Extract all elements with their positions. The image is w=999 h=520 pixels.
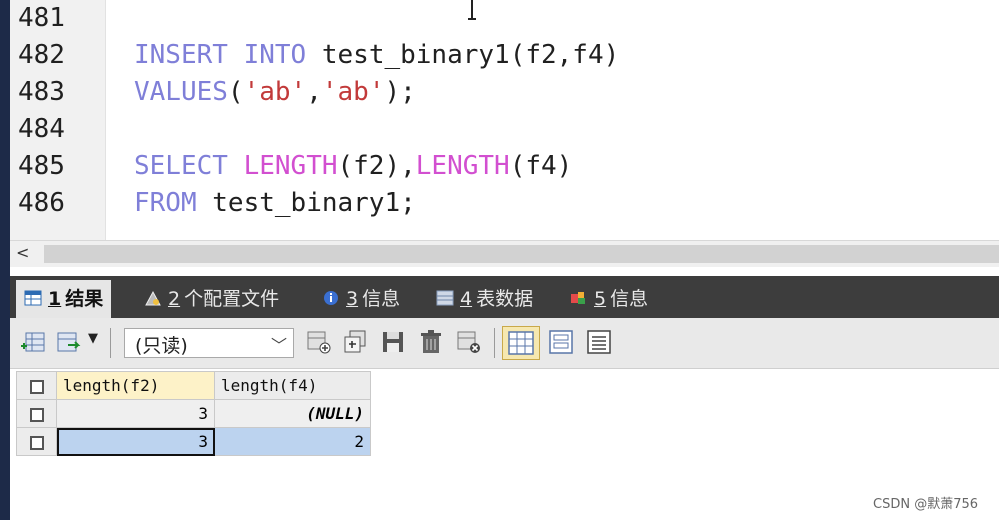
save-icon[interactable] <box>380 329 406 355</box>
window-left-edge <box>0 0 10 520</box>
code-text: INSERT INTO test_binary1(f2,f4) <box>134 37 619 74</box>
sql-string: 'ab' <box>321 77 385 107</box>
export-dropdown-icon[interactable]: ▼ <box>88 331 98 346</box>
line-number: 484 <box>18 114 65 144</box>
line-number: 482 <box>18 40 65 70</box>
sql-text: ); <box>384 77 416 107</box>
toolbar-separator <box>110 328 111 358</box>
sql-keyword: INSERT <box>134 40 228 70</box>
column-header[interactable]: length(f2) <box>56 371 215 400</box>
sql-function: LENGTH <box>415 151 510 181</box>
table-cell[interactable]: (NULL) <box>214 399 371 428</box>
result-grid: length(f2) length(f4) 3 (NULL) 3 2 <box>16 371 371 456</box>
column-header[interactable]: length(f4) <box>214 371 371 400</box>
tab-result[interactable]: 1 结果 <box>16 280 112 318</box>
duplicate-record-icon[interactable] <box>342 329 368 355</box>
sql-text: test_binary1; <box>196 188 416 218</box>
profile-icon <box>145 290 161 305</box>
sql-editor[interactable]: 481 482 INSERT INTO test_binary1(f2,f4) 483… <box>10 0 999 240</box>
table-cell[interactable]: 3 <box>56 427 215 456</box>
delete-icon[interactable] <box>418 329 444 355</box>
mode-select[interactable]: (只读) ﹀ <box>124 328 294 358</box>
row-checkbox[interactable] <box>16 399 57 428</box>
result-tabs: 1 结果 2 个配置文件 3 信息 4 表数据 5 信息 <box>10 276 999 318</box>
sql-keyword: INTO <box>243 40 307 70</box>
add-row-icon[interactable] <box>20 329 46 355</box>
table-row[interactable]: 3 (NULL) <box>16 399 371 428</box>
form-view-icon[interactable] <box>548 329 574 355</box>
editor-horizontal-scrollbar[interactable]: < <box>10 240 999 267</box>
line-number: 481 <box>18 3 65 33</box>
text-view-icon[interactable] <box>586 329 612 355</box>
result-grid-icon <box>24 290 42 305</box>
insert-record-icon[interactable] <box>306 329 332 355</box>
toolbar-separator <box>494 328 495 358</box>
info-icon <box>324 290 338 305</box>
export-icon[interactable] <box>56 329 82 355</box>
line-number: 483 <box>18 77 65 107</box>
sql-keyword: SELECT <box>134 151 228 181</box>
result-toolbar: ▼ (只读) ﹀ <box>10 318 999 369</box>
table-row[interactable]: 3 2 <box>16 427 371 456</box>
grid-header-row: length(f2) length(f4) <box>16 371 371 400</box>
sql-text: , <box>306 77 322 107</box>
watermark: CSDN @默萧756 <box>873 497 979 512</box>
table-cell[interactable]: 3 <box>56 399 215 428</box>
sql-string: 'ab' <box>243 77 307 107</box>
sql-text: (f2), <box>337 151 416 181</box>
table-data-icon <box>436 290 454 305</box>
info-color-icon <box>571 291 585 304</box>
row-checkbox[interactable] <box>16 427 57 456</box>
sql-text: (f4) <box>509 151 573 181</box>
tab-info-5[interactable]: 5 信息 <box>570 280 648 318</box>
cancel-changes-icon[interactable] <box>456 329 482 355</box>
code-text: VALUES('ab','ab'); <box>134 74 416 111</box>
chevron-down-icon[interactable]: ﹀ <box>271 332 287 356</box>
code-text: SELECT LENGTH(f2),LENGTH(f4) <box>134 148 572 185</box>
line-number: 486 <box>18 188 65 218</box>
sql-text: test_binary1(f2,f4) <box>306 40 620 70</box>
tab-profile[interactable]: 2 个配置文件 <box>144 280 279 318</box>
scroll-left-icon[interactable]: < <box>16 243 29 262</box>
sql-text: ( <box>227 77 244 107</box>
line-number: 485 <box>18 151 65 181</box>
select-all-checkbox[interactable] <box>16 371 57 400</box>
code-text: FROM test_binary1; <box>134 185 416 222</box>
sql-keyword: FROM <box>134 188 197 218</box>
sql-keyword: VALUES <box>134 77 228 107</box>
tab-info-3[interactable]: 3 信息 <box>322 280 400 318</box>
scrollbar-thumb[interactable] <box>44 245 999 263</box>
tab-table-data[interactable]: 4 表数据 <box>436 280 533 318</box>
grid-view-button[interactable] <box>502 326 540 360</box>
grid-view-icon <box>508 331 534 355</box>
sql-function: LENGTH <box>243 151 338 181</box>
table-cell[interactable]: 2 <box>214 427 371 456</box>
mode-select-value: (只读) <box>135 335 188 357</box>
text-cursor-icon <box>468 0 476 22</box>
